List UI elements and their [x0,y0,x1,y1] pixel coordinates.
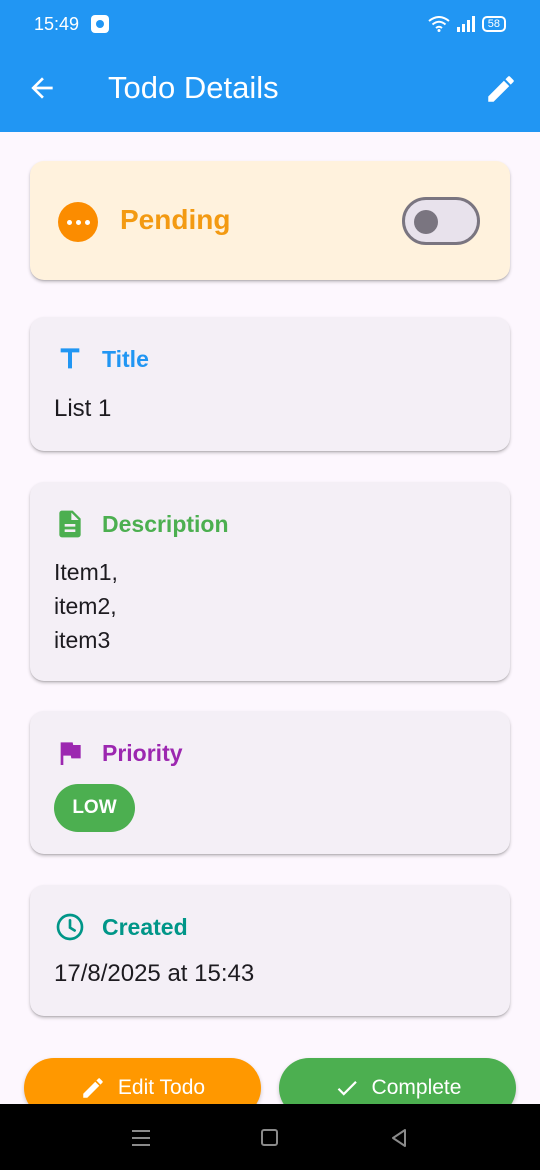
notification-app-icon [91,15,110,33]
created-value: 17/8/2025 at 15:43 [54,960,255,987]
created-header: Created [54,911,188,943]
created-card: Created 17/8/2025 at 15:43 [30,885,510,1016]
status-card: Pending [30,161,510,280]
signal-icon [456,16,475,32]
app-bar: Todo Details [0,48,540,132]
edit-todo-label: Edit Todo [117,1076,206,1099]
title-card: Title List 1 [30,317,510,451]
text-t-icon [60,348,80,369]
completed-toggle[interactable] [402,197,480,245]
document-icon [59,510,81,538]
more-dots-icon [58,202,98,242]
description-card: Description Item1, item2, item3 [30,482,510,681]
wifi-icon [428,16,450,32]
title-label: Title [102,345,149,372]
status-time: 15:49 [34,13,80,34]
description-line: Item1, [54,559,118,585]
flag-icon [60,742,81,765]
priority-label: Priority [102,739,183,766]
title-header: Title [54,343,149,375]
home-icon[interactable] [261,1129,278,1146]
check-icon [337,1081,357,1096]
back-arrow-icon[interactable] [26,72,58,104]
recent-apps-icon[interactable] [132,1130,150,1146]
toggle-knob [414,210,438,234]
description-value: Item1, item2, item3 [54,555,118,657]
clock-icon [56,913,84,941]
pencil-icon[interactable] [484,72,518,106]
created-label: Created [102,913,188,940]
page-title: Todo Details [108,70,279,105]
battery-indicator: 58 [481,16,506,32]
system-nav-bar [0,1104,540,1170]
description-label: Description [102,510,229,537]
description-line: item3 [54,627,111,653]
priority-header: Priority [54,737,183,769]
priority-chip: LOW [54,784,135,832]
title-value: List 1 [54,395,112,422]
complete-label: Complete [371,1076,462,1099]
priority-card: Priority LOW [30,711,510,854]
status-indicators: 58 [428,16,506,32]
status-label: Pending [120,204,231,235]
pencil-icon [83,1078,103,1098]
description-line: item2, [54,593,117,619]
description-header: Description [54,508,229,540]
status-bar: 15:49 58 [0,0,540,48]
nav-back-icon[interactable] [389,1128,409,1148]
